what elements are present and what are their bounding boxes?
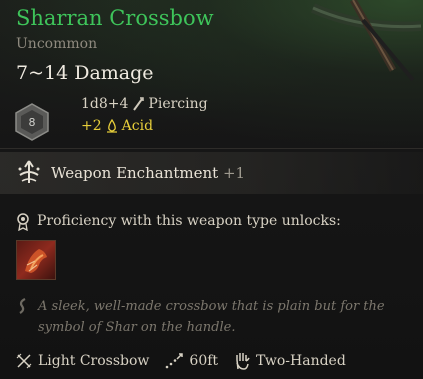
- skill-icon[interactable]: [16, 240, 56, 280]
- proficiency-icon: [16, 213, 30, 231]
- acid-icon: [106, 119, 118, 133]
- damage-range: 7~14 Damage: [16, 62, 154, 84]
- damage-formula: 1d8+4: [81, 96, 129, 112]
- proficiency-text: Proficiency with this weapon type unlock…: [37, 213, 341, 229]
- crossbow-art: [310, 0, 422, 82]
- piercing-icon: [132, 97, 145, 111]
- item-rarity: Uncommon: [16, 36, 98, 52]
- two-handed-icon: [234, 352, 250, 370]
- divider: [0, 148, 423, 149]
- range-icon: [165, 353, 184, 369]
- weapon-type-label: Light Crossbow: [38, 353, 150, 369]
- bonus-type: Acid: [121, 118, 154, 134]
- range-label: 60ft: [189, 353, 219, 369]
- item-name: Sharran Crossbow: [16, 6, 214, 30]
- damage-type: Piercing: [148, 96, 208, 112]
- weapon-type: Light Crossbow: [16, 353, 149, 369]
- enchantment-text: Weapon Enchantment +1: [51, 164, 245, 182]
- item-tooltip: Sharran Crossbow Uncommon 7~14 Damage 8 …: [0, 0, 423, 379]
- d8-die-icon: 8: [15, 103, 49, 141]
- bonus-value: +2: [81, 118, 102, 134]
- item-description: A sleek, well-made crossbow that is plai…: [38, 299, 385, 335]
- weapon-range: 60ft: [165, 353, 218, 369]
- handedness-label: Two-Handed: [256, 353, 346, 369]
- weapon-properties: Light Crossbow 60ft Two-Handed: [16, 352, 362, 370]
- damage-formula-row: 1d8+4 Piercing: [81, 96, 208, 112]
- enchantment-icon: [16, 159, 42, 187]
- weapon-handedness: Two-Handed: [234, 352, 346, 370]
- light-crossbow-icon: [16, 353, 32, 369]
- description-icon: [16, 298, 30, 314]
- enchantment-value: +1: [222, 164, 246, 182]
- bonus-damage-row: +2 Acid: [81, 118, 153, 134]
- die-face: 8: [29, 116, 36, 129]
- enchantment-label: Weapon Enchantment: [51, 164, 219, 182]
